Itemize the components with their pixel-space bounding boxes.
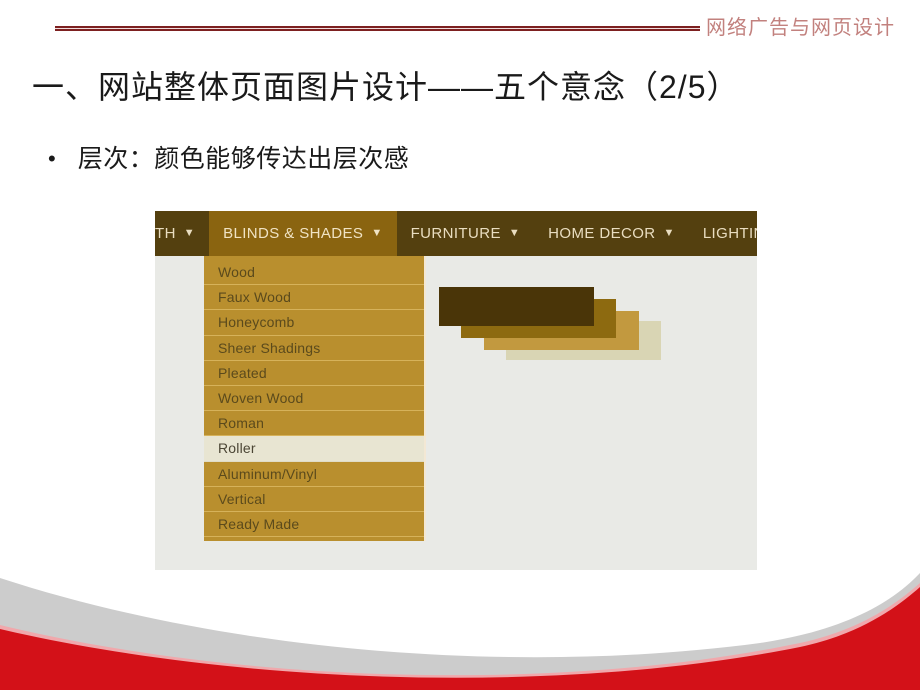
chevron-down-icon: ▼ <box>508 227 521 239</box>
dropdown-item-label: Vertical <box>218 490 266 507</box>
bottom-decoration <box>0 573 920 690</box>
nav-item-label: LIGHTIN <box>702 225 757 242</box>
dropdown-item-label: Pleated <box>218 364 267 381</box>
site-nav-bar: TH ▼ BLINDS & SHADES ▼ FURNITURE ▼ HOME … <box>155 211 757 256</box>
header-rule <box>55 26 700 32</box>
course-label: 网络广告与网页设计 <box>706 17 895 39</box>
dropdown-item-label: Woven Wood <box>218 390 304 407</box>
dropdown-item-label: Sheer Shadings <box>218 339 321 356</box>
page-title: 一、网站整体页面图片设计——五个意念（2/5） <box>32 69 740 105</box>
embedded-website-screenshot: TH ▼ BLINDS & SHADES ▼ FURNITURE ▼ HOME … <box>155 211 757 570</box>
nav-item-label: BLINDS & SHADES <box>223 225 364 242</box>
dropdown-item-label: Faux Wood <box>218 289 292 306</box>
header-rule-line-bottom <box>55 29 700 31</box>
dropdown-item-sheer-shadings[interactable]: Sheer Shadings <box>204 335 424 361</box>
dropdown-item-label: Wood <box>218 264 256 281</box>
nav-item-label: TH <box>155 225 176 242</box>
dropdown-menu-blinds-and-shades: Wood Faux Wood Honeycomb Sheer Shadings … <box>204 256 426 542</box>
dropdown-item-label: Honeycomb <box>218 314 295 331</box>
dropdown-item-woven-wood[interactable]: Woven Wood <box>204 385 424 412</box>
nav-item-furniture[interactable]: FURNITURE ▼ <box>397 211 535 256</box>
dropdown-item-faux-wood[interactable]: Faux Wood <box>204 285 424 311</box>
dropdown-item-honeycomb[interactable]: Honeycomb <box>204 310 424 336</box>
cascade-rectangle-1 <box>439 287 594 326</box>
chevron-down-icon: ▼ <box>183 227 196 239</box>
nav-item-home-decor[interactable]: HOME DECOR ▼ <box>534 211 689 256</box>
bullet-row: • 层次：颜色能够传达出层次感 <box>48 140 409 178</box>
dropdown-item-wood[interactable]: Wood <box>204 260 424 286</box>
dropdown-item-vertical[interactable]: Vertical <box>204 486 424 512</box>
nav-item-blinds-and-shades[interactable]: BLINDS & SHADES ▼ <box>209 211 397 256</box>
chevron-down-icon: ▼ <box>371 227 383 239</box>
bullet-text: 层次：颜色能够传达出层次感 <box>77 145 410 173</box>
bullet-marker-icon: • <box>48 146 56 171</box>
dropdown-item-label: Aluminum/Vinyl <box>218 465 318 482</box>
nav-item-label: HOME DECOR <box>548 225 656 242</box>
nav-item-label: FURNITURE <box>410 225 501 242</box>
dropdown-item-label: Roller <box>218 440 256 457</box>
slide-canvas: 网络广告与网页设计 一、网站整体页面图片设计——五个意念（2/5） • 层次：颜… <box>0 0 920 690</box>
nav-item-lighting[interactable]: LIGHTIN <box>689 211 757 256</box>
dropdown-item-aluminum-vinyl[interactable]: Aluminum/Vinyl <box>204 461 424 487</box>
dropdown-item-roller[interactable]: Roller <box>204 436 424 462</box>
dropdown-item-pleated[interactable]: Pleated <box>204 360 424 386</box>
chevron-down-icon: ▼ <box>663 227 675 239</box>
nav-item-th[interactable]: TH ▼ <box>155 211 209 256</box>
dropdown-item-roman[interactable]: Roman <box>204 411 424 437</box>
dropdown-item-label: Roman <box>218 415 265 432</box>
